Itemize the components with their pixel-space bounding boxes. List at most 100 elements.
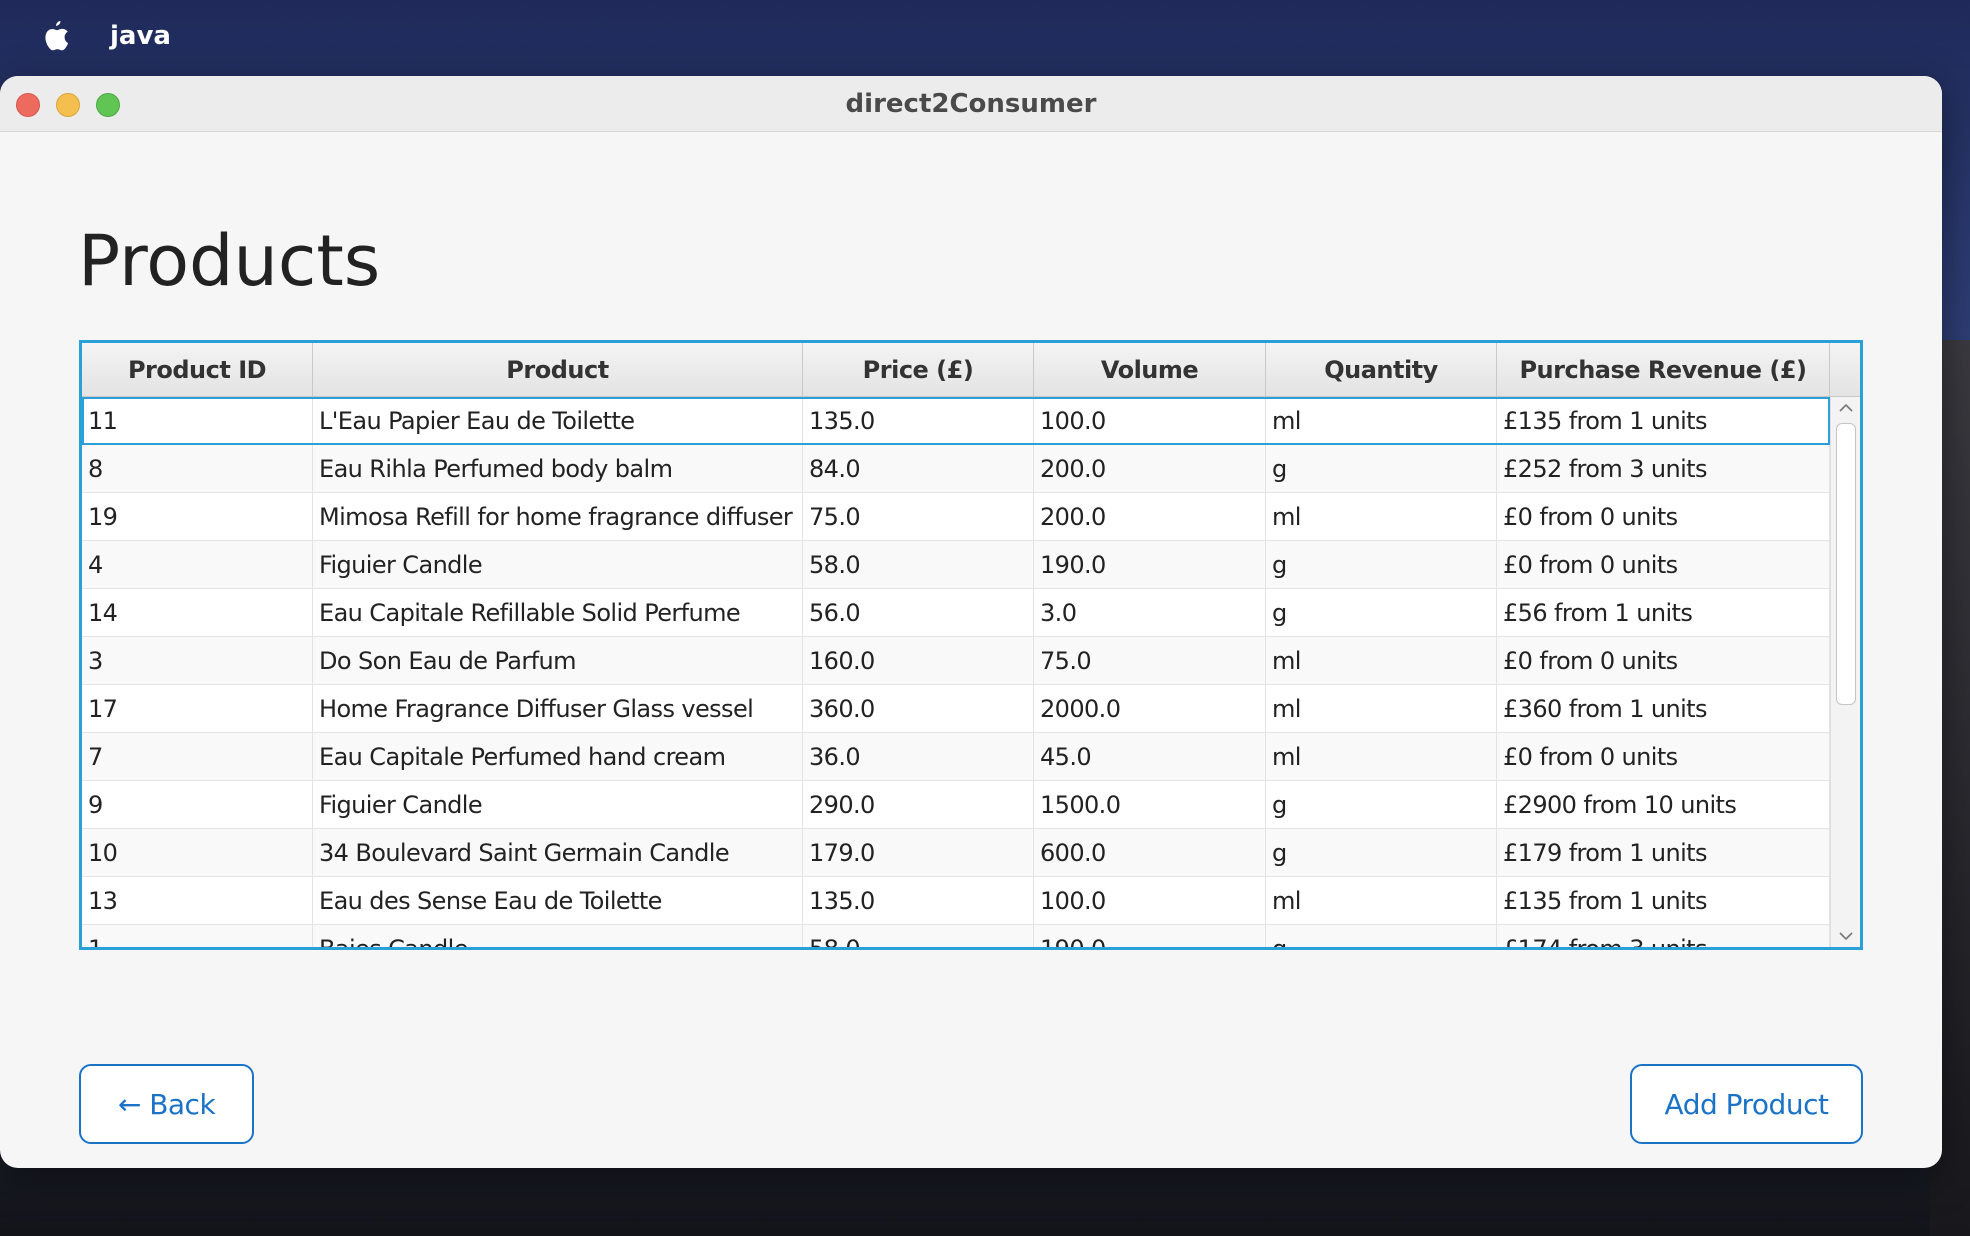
table-row[interactable]: 17 Home Fragrance Diffuser Glass vessel 36…	[82, 685, 1830, 733]
maximize-window-button[interactable]	[96, 93, 120, 117]
cell-quantity: g	[1266, 445, 1497, 492]
scrollbar-thumb[interactable]	[1836, 423, 1856, 705]
products-table[interactable]: Product ID Product Price (£) Volume Quan…	[79, 340, 1863, 950]
cell-product-id: 11	[82, 397, 313, 444]
cell-product: Mimosa Refill for home fragrance diffuse…	[313, 493, 803, 540]
cell-volume: 45.0	[1034, 733, 1266, 780]
table-row[interactable]: 14 Eau Capitale Refillable Solid Perfume 5…	[82, 589, 1830, 637]
table-header: Product ID Product Price (£) Volume Quan…	[82, 343, 1860, 397]
cell-price: 36.0	[803, 733, 1034, 780]
add-product-button[interactable]: Add Product	[1630, 1064, 1863, 1144]
column-header-volume[interactable]: Volume	[1034, 343, 1266, 396]
cell-price: 58.0	[803, 925, 1034, 947]
menu-bar: java	[0, 0, 1970, 72]
cell-product: Eau Rihla Perfumed body balm	[313, 445, 803, 492]
window-controls	[16, 93, 120, 117]
back-button[interactable]: ← Back	[79, 1064, 254, 1144]
table-row[interactable]: 3 Do Son Eau de Parfum 160.0 75.0 ml £0 from …	[82, 637, 1830, 685]
app-window: direct2Consumer Products Product ID Prod…	[0, 76, 1942, 1168]
cell-price: 58.0	[803, 541, 1034, 588]
cell-volume: 190.0	[1034, 541, 1266, 588]
cell-quantity: g	[1266, 541, 1497, 588]
cell-quantity: ml	[1266, 397, 1497, 444]
cell-product: Do Son Eau de Parfum	[313, 637, 803, 684]
vertical-scrollbar[interactable]	[1830, 397, 1860, 947]
column-header-product-id[interactable]: Product ID	[82, 343, 313, 396]
cell-quantity: ml	[1266, 877, 1497, 924]
column-header-quantity[interactable]: Quantity	[1266, 343, 1497, 396]
cell-product-id: 1	[82, 925, 313, 947]
cell-product: Baies Candle	[313, 925, 803, 947]
table-row[interactable]: 10 34 Boulevard Saint Germain Candle 179.0…	[82, 829, 1830, 877]
cell-product-id: 7	[82, 733, 313, 780]
table-row[interactable]: 7 Eau Capitale Perfumed hand cream 36.0 45.…	[82, 733, 1830, 781]
column-header-purchase-revenue[interactable]: Purchase Revenue (£)	[1497, 343, 1830, 396]
cell-volume: 3.0	[1034, 589, 1266, 636]
apple-icon[interactable]	[40, 19, 70, 53]
table-row[interactable]: 1Baies Candle58.0190.0g£174 from 3 units	[82, 925, 1830, 947]
cell-price: 56.0	[803, 589, 1034, 636]
table-header-corner	[1830, 343, 1860, 396]
cell-price: 75.0	[803, 493, 1034, 540]
cell-price: 290.0	[803, 781, 1034, 828]
cell-volume: 600.0	[1034, 829, 1266, 876]
cell-purchase-revenue: £135 from 1 units	[1497, 877, 1830, 924]
cell-price: 160.0	[803, 637, 1034, 684]
cell-price: 360.0	[803, 685, 1034, 732]
cell-quantity: ml	[1266, 685, 1497, 732]
cell-quantity: g	[1266, 925, 1497, 947]
column-header-product[interactable]: Product	[313, 343, 803, 396]
cell-product: Figuier Candle	[313, 541, 803, 588]
cell-product-id: 10	[82, 829, 313, 876]
cell-quantity: g	[1266, 829, 1497, 876]
cell-volume: 75.0	[1034, 637, 1266, 684]
scroll-down-icon[interactable]	[1831, 925, 1860, 947]
cell-quantity: ml	[1266, 637, 1497, 684]
scroll-up-icon[interactable]	[1831, 397, 1860, 419]
cell-purchase-revenue: £0 from 0 units	[1497, 733, 1830, 780]
table-row[interactable]: 13 Eau des Sense Eau de Toilette 135.0 100.…	[82, 877, 1830, 925]
cell-product-id: 9	[82, 781, 313, 828]
window-title: direct2Consumer	[845, 88, 1097, 119]
table-row[interactable]: 11 L'Eau Papier Eau de Toilette 135.0 100.0…	[82, 397, 1830, 445]
page-title: Products	[78, 220, 381, 302]
cell-volume: 100.0	[1034, 877, 1266, 924]
cell-product-id: 17	[82, 685, 313, 732]
cell-price: 84.0	[803, 445, 1034, 492]
cell-volume: 200.0	[1034, 445, 1266, 492]
cell-price: 135.0	[803, 877, 1034, 924]
cell-product-id: 13	[82, 877, 313, 924]
cell-purchase-revenue: £360 from 1 units	[1497, 685, 1830, 732]
cell-product: L'Eau Papier Eau de Toilette	[313, 397, 803, 444]
table-body: 11 L'Eau Papier Eau de Toilette 135.0 100.0…	[82, 397, 1830, 947]
table-row[interactable]: 4 Figuier Candle 58.0 190.0 g £0 from 0 units	[82, 541, 1830, 589]
cell-volume: 2000.0	[1034, 685, 1266, 732]
cell-volume: 1500.0	[1034, 781, 1266, 828]
cell-price: 179.0	[803, 829, 1034, 876]
table-row[interactable]: 9 Figuier Candle 290.0 1500.0 g £2900 from 10…	[82, 781, 1830, 829]
column-header-price[interactable]: Price (£)	[803, 343, 1034, 396]
cell-purchase-revenue: £0 from 0 units	[1497, 493, 1830, 540]
cell-product-id: 4	[82, 541, 313, 588]
close-window-button[interactable]	[16, 93, 40, 117]
cell-product: 34 Boulevard Saint Germain Candle	[313, 829, 803, 876]
cell-purchase-revenue: £2900 from 10 units	[1497, 781, 1830, 828]
title-bar: direct2Consumer	[0, 76, 1942, 132]
cell-product: Eau des Sense Eau de Toilette	[313, 877, 803, 924]
cell-purchase-revenue: £0 from 0 units	[1497, 637, 1830, 684]
table-row[interactable]: 19 Mimosa Refill for home fragrance diffu…	[82, 493, 1830, 541]
cell-product-id: 8	[82, 445, 313, 492]
cell-quantity: g	[1266, 589, 1497, 636]
cell-product-id: 3	[82, 637, 313, 684]
cell-product-id: 19	[82, 493, 313, 540]
cell-volume: 190.0	[1034, 925, 1266, 947]
cell-volume: 100.0	[1034, 397, 1266, 444]
cell-volume: 200.0	[1034, 493, 1266, 540]
minimize-window-button[interactable]	[56, 93, 80, 117]
cell-purchase-revenue: £0 from 0 units	[1497, 541, 1830, 588]
cell-purchase-revenue: £56 from 1 units	[1497, 589, 1830, 636]
app-name[interactable]: java	[110, 21, 171, 51]
cell-product-id: 14	[82, 589, 313, 636]
table-row[interactable]: 8 Eau Rihla Perfumed body balm 84.0 200.0 g £…	[82, 445, 1830, 493]
cell-product: Home Fragrance Diffuser Glass vessel	[313, 685, 803, 732]
